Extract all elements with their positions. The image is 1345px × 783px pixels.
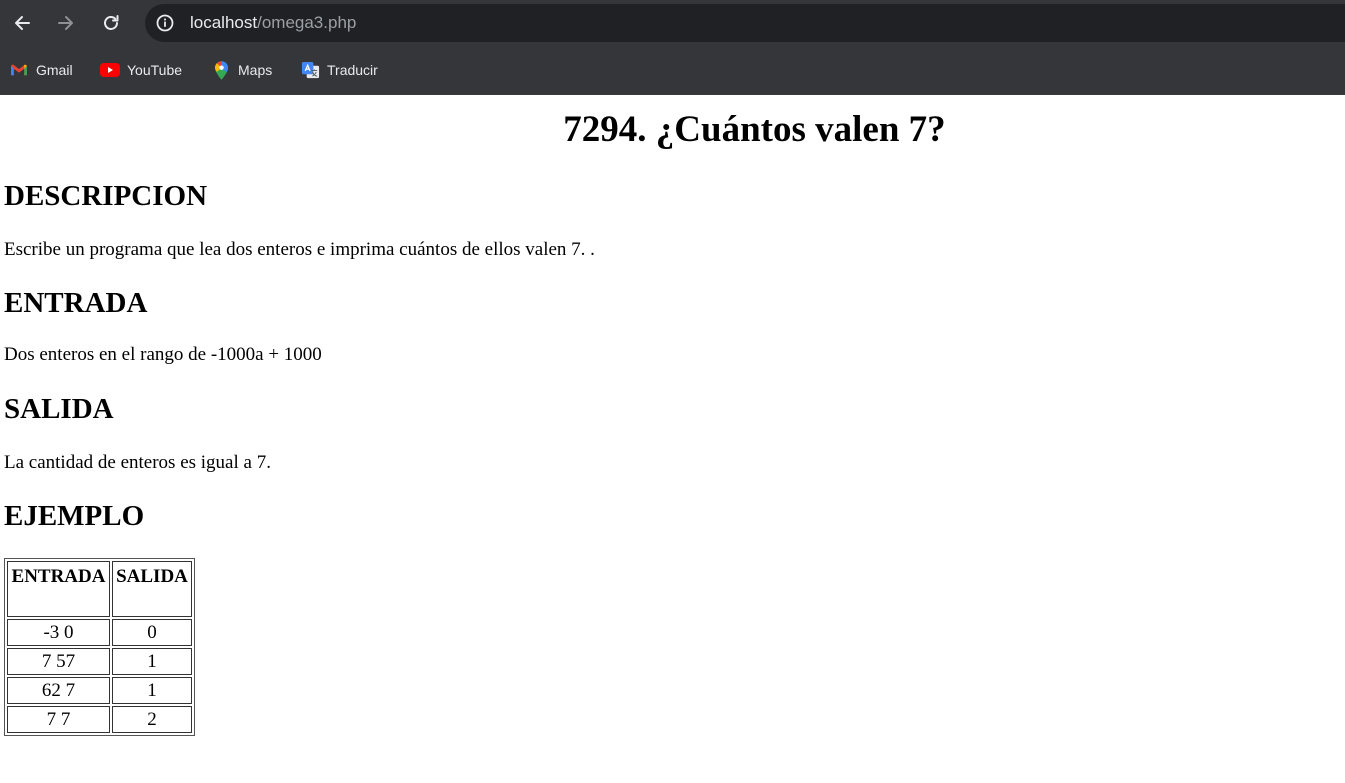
cell-entrada: 7 57 bbox=[7, 648, 110, 675]
browser-toolbar: localhost/omega3.php bbox=[0, 0, 1345, 46]
table-header-row: ENTRADA SALIDA bbox=[7, 561, 192, 617]
translate-icon bbox=[300, 60, 320, 80]
page-title: 7294. ¿Cuántos valen 7? bbox=[563, 109, 946, 150]
text-salida: La cantidad de enteros es igual a 7. bbox=[4, 452, 271, 473]
bookmark-label: Gmail bbox=[36, 62, 73, 78]
bookmarks-bar: Gmail YouTube Maps Traducir bbox=[0, 46, 1345, 95]
table-row: 62 7 1 bbox=[7, 677, 192, 704]
cell-entrada: 62 7 bbox=[7, 677, 110, 704]
example-table: ENTRADA SALIDA -3 0 0 7 57 1 62 7 1 7 7 … bbox=[4, 558, 195, 736]
address-bar[interactable]: localhost/omega3.php bbox=[145, 4, 1345, 42]
reload-icon bbox=[104, 15, 119, 30]
back-arrow-icon bbox=[15, 16, 30, 30]
bookmark-label: Maps bbox=[238, 62, 273, 78]
column-header-entrada: ENTRADA bbox=[7, 561, 110, 617]
forward-button[interactable] bbox=[49, 6, 83, 40]
heading-ejemplo: EJEMPLO bbox=[4, 500, 145, 532]
text-descripcion: Escribe un programa que lea dos enteros … bbox=[4, 239, 595, 260]
bookmark-label: Traducir bbox=[327, 62, 378, 78]
heading-entrada: ENTRADA bbox=[4, 287, 148, 319]
url-path: /omega3.php bbox=[257, 13, 357, 32]
bookmark-gmail[interactable]: Gmail bbox=[9, 59, 73, 81]
bookmark-youtube[interactable]: YouTube bbox=[100, 59, 182, 81]
bookmark-label: YouTube bbox=[127, 62, 183, 78]
bookmark-maps[interactable]: Maps bbox=[211, 59, 272, 81]
table-row: 7 57 1 bbox=[7, 648, 192, 675]
column-header-salida: SALIDA bbox=[112, 561, 192, 617]
forward-arrow-icon bbox=[58, 16, 73, 30]
reload-button[interactable] bbox=[94, 6, 128, 40]
heading-descripcion: DESCRIPCION bbox=[4, 180, 208, 212]
url-text[interactable]: localhost/omega3.php bbox=[190, 13, 356, 33]
cell-salida: 2 bbox=[112, 706, 192, 733]
text-entrada: Dos enteros en el rango de -1000a + 1000 bbox=[4, 344, 322, 365]
bookmark-traducir[interactable]: Traducir bbox=[300, 59, 378, 81]
heading-salida: SALIDA bbox=[4, 393, 114, 425]
cell-salida: 0 bbox=[112, 619, 192, 646]
cell-entrada: 7 7 bbox=[7, 706, 110, 733]
maps-icon bbox=[211, 60, 231, 80]
table-row: -3 0 0 bbox=[7, 619, 192, 646]
site-info-icon[interactable] bbox=[155, 13, 175, 33]
cell-salida: 1 bbox=[112, 648, 192, 675]
url-host: localhost bbox=[190, 13, 258, 32]
youtube-icon bbox=[100, 60, 120, 80]
page-content: 7294. ¿Cuántos valen 7? DESCRIPCION Escr… bbox=[0, 95, 1345, 783]
cell-salida: 1 bbox=[112, 677, 192, 704]
table-row: 7 7 2 bbox=[7, 706, 192, 733]
gmail-icon bbox=[9, 60, 29, 80]
back-button[interactable] bbox=[5, 6, 39, 40]
cell-entrada: -3 0 bbox=[7, 619, 110, 646]
